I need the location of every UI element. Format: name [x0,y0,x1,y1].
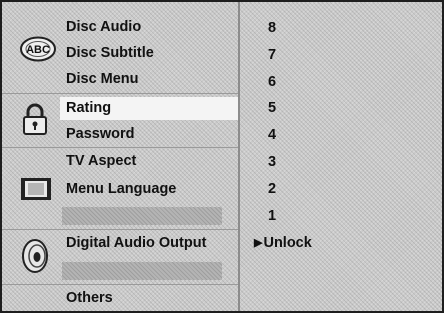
menu-item-digital-audio-output[interactable]: Digital Audio Output [66,232,206,254]
section-separator [2,93,238,94]
empty-menu-slot [62,207,222,225]
menu-item-rating[interactable]: Rating [66,97,111,119]
rating-option-6[interactable]: 6 [268,71,276,93]
rating-option-5[interactable]: 5 [268,97,276,119]
rating-option-2[interactable]: 2 [268,178,276,200]
rating-option-4[interactable]: 4 [268,124,276,146]
rating-option-7[interactable]: 7 [268,44,276,66]
section-separator [2,229,238,230]
menu-item-disc-subtitle[interactable]: Disc Subtitle [66,42,154,64]
empty-menu-slot [62,262,222,280]
rating-option-8[interactable]: 8 [268,17,276,39]
menu-item-tv-aspect[interactable]: TV Aspect [66,150,136,172]
menu-item-menu-language[interactable]: Menu Language [66,178,176,200]
setup-menu-screen: Disc Audio Disc Subtitle Disc Menu Ratin… [0,0,444,313]
menu-item-disc-audio[interactable]: Disc Audio [66,16,141,38]
menu-item-others[interactable]: Others [66,287,113,309]
section-separator [2,147,238,148]
padlock-icon [20,102,50,143]
rating-option-unlock[interactable]: ▶Unlock [254,232,312,254]
selection-arrow-icon: ▶ [254,237,263,249]
tv-screen-icon [19,175,53,208]
menu-item-disc-menu[interactable]: Disc Menu [66,68,139,90]
speaker-icon [20,237,50,280]
rating-option-3[interactable]: 3 [268,151,276,173]
abc-disc-icon: ABC [18,34,58,69]
rating-option-unlock-label: Unlock [263,235,312,251]
abc-icon-text: ABC [26,44,50,56]
menu-item-password[interactable]: Password [66,123,135,145]
section-separator [2,284,238,285]
column-divider [238,2,240,311]
rating-option-1[interactable]: 1 [268,205,276,227]
